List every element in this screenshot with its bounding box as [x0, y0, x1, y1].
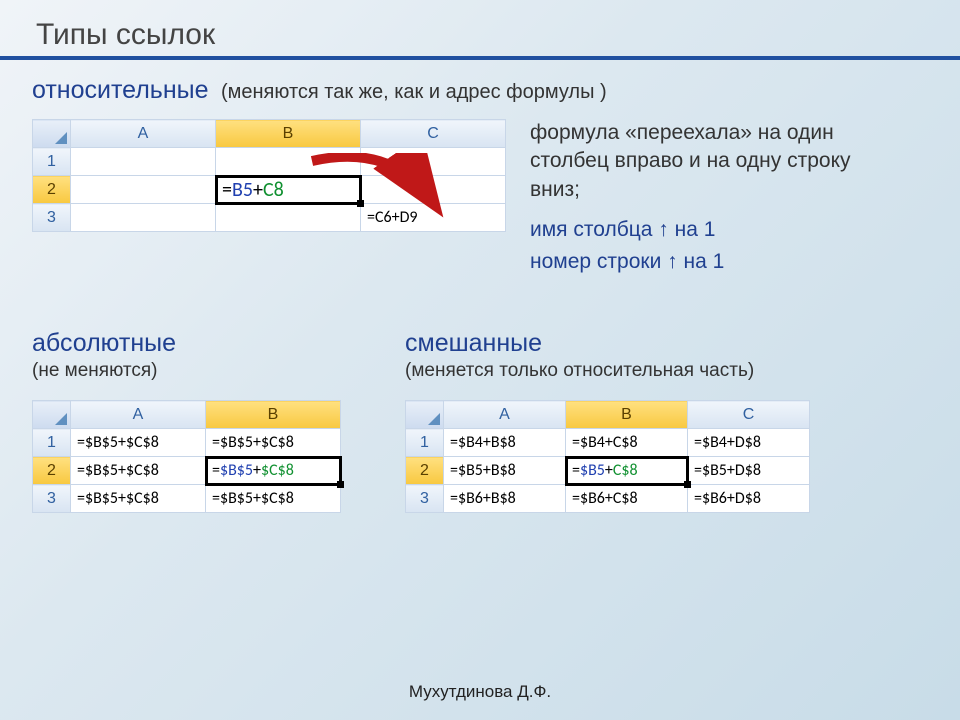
cell-a3: =$B6+B$8 [444, 485, 566, 513]
relative-title: относительные [32, 76, 209, 104]
slide-content: относительные (меняются так же, как и ад… [0, 60, 960, 529]
absolute-section: абсолютные (не меняются) A B 1 =$B$5+$C$… [32, 329, 341, 513]
col-c-header: C [361, 120, 506, 148]
cell-b2-ref2: C8 [263, 178, 284, 202]
absolute-title: абсолютные [32, 329, 176, 357]
rule-row: номер строки ↑ на 1 [530, 246, 870, 278]
cell-b3: =$B$5+$C$8 [206, 485, 341, 513]
cell-b2-eq: = [212, 461, 220, 480]
cell-b2-selected: =B5+C8 [216, 176, 361, 204]
slide-title: Типы ссылок [36, 18, 960, 52]
slide-header: Типы ссылок [0, 0, 960, 60]
col-c-header: C [688, 401, 810, 429]
col-a-header: A [71, 120, 216, 148]
cell-b2-plus: + [253, 178, 263, 202]
cell-b3 [216, 204, 361, 232]
cell-a2: =$B5+B$8 [444, 457, 566, 485]
row-1-header: 1 [33, 148, 71, 176]
corner-cell [33, 120, 71, 148]
cell-b2-eq: = [222, 178, 232, 202]
cell-c1 [361, 148, 506, 176]
corner-cell [406, 401, 444, 429]
cell-b2-plus: + [253, 461, 261, 480]
cell-b1: =$B4+C$8 [566, 429, 688, 457]
absolute-subtitle: (не меняются) [32, 360, 341, 382]
mixed-subtitle: (меняется только относительная часть) [405, 360, 810, 382]
cell-a2: =$B$5+$C$8 [71, 457, 206, 485]
cell-b2-ref1: $B5 [580, 461, 605, 480]
row-2-header: 2 [33, 457, 71, 485]
cell-b1: =$B$5+$C$8 [206, 429, 341, 457]
row-1-header: 1 [33, 429, 71, 457]
col-a-header: A [71, 401, 206, 429]
cell-b2-ref1: $B$5 [220, 461, 253, 480]
mixed-spreadsheet: A B C 1 =$B4+B$8 =$B4+C$8 =$B4+D$8 2 =$B… [405, 400, 810, 513]
cell-c3: =C6+D9 [361, 204, 506, 232]
absolute-spreadsheet: A B 1 =$B$5+$C$8 =$B$5+$C$8 2 =$B$5+$C$8… [32, 400, 341, 513]
cell-b3: =$B6+C$8 [566, 485, 688, 513]
col-b-header: B [566, 401, 688, 429]
cell-b2-ref2: C$8 [613, 461, 638, 480]
cell-a1: =$B4+B$8 [444, 429, 566, 457]
cell-c3: =$B6+D$8 [688, 485, 810, 513]
col-b-header: B [206, 401, 341, 429]
cell-c2 [361, 176, 506, 204]
cell-c2: =$B5+D$8 [688, 457, 810, 485]
cell-a1: =$B$5+$C$8 [71, 429, 206, 457]
cell-b2-ref2: $C$8 [261, 461, 294, 480]
cell-a1 [71, 148, 216, 176]
corner-cell [33, 401, 71, 429]
relative-rules: имя столбца ↑ на 1 номер строки ↑ на 1 [530, 214, 870, 277]
row-3-header: 3 [406, 485, 444, 513]
row-2-header: 2 [406, 457, 444, 485]
relative-spreadsheet: A B C 1 2 =B5+C8 [32, 119, 506, 232]
relative-section: относительные (меняются так же, как и ад… [32, 76, 928, 277]
mixed-section: смешанные (меняется только относительная… [405, 329, 810, 513]
cell-b2-plus: + [605, 461, 613, 480]
cell-a2 [71, 176, 216, 204]
cell-c1: =$B4+D$8 [688, 429, 810, 457]
footer-author: Мухутдинова Д.Ф. [0, 682, 960, 702]
rule-col: имя столбца ↑ на 1 [530, 214, 870, 246]
relative-side-text: формула «переехала» на один столбец впра… [530, 119, 870, 277]
relative-explanation: формула «переехала» на один столбец впра… [530, 119, 870, 204]
cell-a3 [71, 204, 216, 232]
col-b-header: B [216, 120, 361, 148]
col-a-header: A [444, 401, 566, 429]
row-1-header: 1 [406, 429, 444, 457]
mixed-title: смешанные [405, 329, 542, 357]
cell-b2-selected: =$B$5+$C$8 [206, 457, 341, 485]
row-3-header: 3 [33, 485, 71, 513]
row-3-header: 3 [33, 204, 71, 232]
cell-b2-selected: =$B5+C$8 [566, 457, 688, 485]
row-2-header: 2 [33, 176, 71, 204]
cell-b1 [216, 148, 361, 176]
relative-subtitle: (меняются так же, как и адрес формулы ) [221, 81, 607, 103]
cell-a3: =$B$5+$C$8 [71, 485, 206, 513]
cell-b2-ref1: B5 [232, 178, 253, 202]
cell-b2-eq: = [572, 461, 580, 480]
relative-sheet-wrap: A B C 1 2 =B5+C8 [32, 119, 506, 232]
